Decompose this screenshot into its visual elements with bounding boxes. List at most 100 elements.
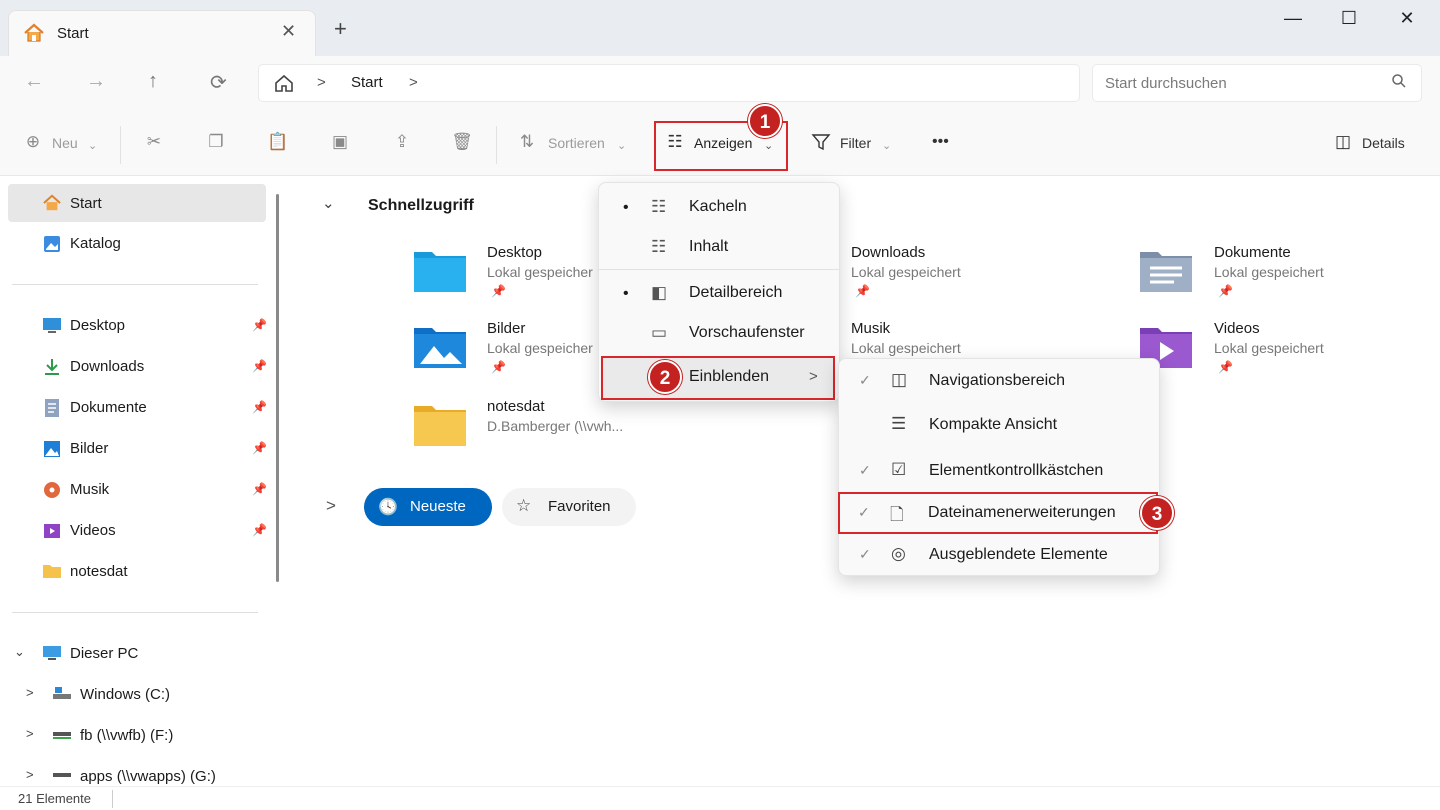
sidebar-item-label: Musik: [70, 481, 110, 498]
chevron-down-icon[interactable]: ⌄: [322, 194, 335, 212]
pin-icon[interactable]: 📌: [252, 482, 267, 496]
pin-icon[interactable]: 📌: [252, 523, 267, 537]
menu-item-label: Kompakte Ansicht: [929, 416, 1058, 433]
menu-item-inhalt[interactable]: ☷ Inhalt: [599, 227, 839, 267]
cut-icon[interactable]: ✂: [143, 132, 165, 154]
sidebar-scrollbar[interactable]: [276, 194, 279, 582]
chevron-right-icon[interactable]: >: [26, 767, 34, 782]
sort-button[interactable]: Sortieren: [548, 135, 605, 151]
sidebar-item-drive-g[interactable]: > apps (\\vwapps) (G:): [8, 757, 266, 786]
address-bar[interactable]: > Start >: [258, 64, 1080, 102]
rename-icon[interactable]: ▣: [329, 132, 351, 154]
clock-icon: 🕓: [378, 499, 398, 516]
view-button[interactable]: Anzeigen: [694, 135, 752, 151]
pin-icon[interactable]: 📌: [252, 441, 267, 455]
menu-item-vorschaufenster[interactable]: ▭ Vorschaufenster: [599, 313, 839, 353]
pin-icon: 📌: [855, 284, 870, 298]
up-button[interactable]: ↑: [148, 70, 158, 93]
sidebar-item-bilder[interactable]: Bilder 📌: [8, 429, 267, 467]
pin-icon[interactable]: 📌: [252, 400, 267, 414]
menu-item-label: Einblenden: [689, 368, 770, 385]
sidebar-item-drive-f[interactable]: > fb (\\vwfb) (F:): [8, 716, 266, 754]
chevron-down-icon[interactable]: ⌄: [14, 644, 25, 660]
close-window-button[interactable]: ✕: [1378, 8, 1436, 34]
status-bar: 21 Elemente: [0, 786, 1440, 810]
item-location: D.Bamberger (\\vwh...: [487, 418, 624, 434]
more-options-button[interactable]: •••: [932, 133, 949, 151]
download-icon: [42, 357, 62, 377]
chevron-right-icon[interactable]: >: [326, 496, 336, 516]
sidebar-item-label: apps (\\vwapps) (G:): [80, 768, 216, 785]
submenu-item-elementkontrollkaestchen[interactable]: ✓ ☑ Elementkontrollkästchen: [839, 451, 1159, 491]
chevron-right-icon[interactable]: >: [409, 74, 418, 91]
submenu-item-kompakte-ansicht[interactable]: ☰ Kompakte Ansicht: [839, 405, 1159, 445]
submenu-item-ausgeblendete-elemente[interactable]: ✓ ◎ Ausgeblendete Elemente: [839, 535, 1159, 575]
submenu-item-navigationsbereich[interactable]: ✓ ◫ Navigationsbereich: [839, 361, 1159, 401]
chevron-right-icon: >: [809, 368, 818, 385]
sidebar-item-desktop[interactable]: Desktop 📌: [8, 306, 267, 344]
home-icon: [42, 194, 62, 214]
sidebar-item-label: Katalog: [70, 235, 121, 252]
favorites-tab[interactable]: ☆ Favoriten: [502, 488, 636, 526]
home-icon[interactable]: [273, 73, 295, 98]
search-input[interactable]: Start durchsuchen: [1092, 64, 1422, 102]
toolbar-separator: [120, 126, 121, 164]
show-submenu: ✓ ◫ Navigationsbereich ☰ Kompakte Ansich…: [838, 358, 1160, 576]
sidebar-item-this-pc[interactable]: ⌄ Dieser PC: [8, 634, 266, 672]
details-pane-icon: ◫: [1334, 132, 1352, 151]
back-button[interactable]: ←: [24, 70, 44, 93]
menu-item-label: Navigationsbereich: [929, 372, 1066, 389]
sidebar-item-dokumente[interactable]: Dokumente 📌: [8, 388, 267, 426]
chevron-right-icon[interactable]: >: [26, 685, 34, 700]
home-icon: [23, 23, 45, 48]
recent-tab[interactable]: 🕓 Neueste: [364, 488, 492, 526]
desktop-folder-icon: [412, 246, 468, 296]
document-icon: [42, 398, 62, 418]
video-icon: [42, 521, 62, 541]
filter-button[interactable]: Filter: [840, 135, 871, 151]
preview-pane-icon: ▭: [651, 323, 668, 342]
chevron-down-icon: ⌄: [764, 140, 774, 152]
new-tab-button[interactable]: +: [334, 16, 347, 42]
recent-tab-label: Neueste: [410, 498, 466, 515]
chevron-right-icon[interactable]: >: [26, 726, 34, 741]
details-button[interactable]: Details: [1362, 135, 1405, 151]
copy-icon[interactable]: ❐: [205, 132, 227, 154]
pin-icon[interactable]: 📌: [252, 359, 267, 373]
sidebar-item-notesdat[interactable]: notesdat: [8, 552, 266, 590]
submenu-item-dateinamenerweiterungen[interactable]: ✓ 🗋 Dateinamenerweiterungen: [838, 492, 1158, 534]
sidebar-item-downloads[interactable]: Downloads 📌: [8, 347, 267, 385]
step-badge-3: 3: [1140, 496, 1174, 530]
forward-button[interactable]: →: [86, 70, 106, 93]
paste-icon[interactable]: 📋: [267, 132, 289, 154]
pin-icon[interactable]: 📌: [252, 318, 267, 332]
item-name: Dokumente: [1214, 244, 1291, 261]
menu-item-detailbereich[interactable]: • ◧ Detailbereich: [599, 273, 839, 313]
tab-close-icon[interactable]: ✕: [281, 21, 296, 42]
drive-icon: [52, 685, 72, 705]
breadcrumb-start[interactable]: Start: [351, 74, 383, 91]
chevron-down-icon: ⌄: [617, 140, 627, 152]
sidebar-item-videos[interactable]: Videos 📌: [8, 511, 267, 549]
item-name: Downloads: [851, 244, 926, 261]
menu-item-label: Inhalt: [689, 238, 729, 255]
delete-icon[interactable]: 🗑: [451, 132, 473, 154]
sidebar-item-drive-c[interactable]: > Windows (C:): [8, 675, 266, 713]
tab-start[interactable]: Start ✕: [8, 10, 316, 56]
sidebar-item-label: Start: [70, 195, 102, 212]
sidebar-item-musik[interactable]: Musik 📌: [8, 470, 267, 508]
minimize-button[interactable]: —: [1264, 8, 1322, 34]
tab-title: Start: [57, 25, 89, 42]
toolbar-separator: [496, 126, 497, 164]
sidebar-item-start[interactable]: Start: [8, 184, 266, 222]
item-count: 21 Elemente: [18, 791, 91, 806]
pin-icon: 📌: [1218, 360, 1233, 374]
refresh-button[interactable]: ⟳: [210, 70, 227, 95]
menu-item-einblenden[interactable]: Einblenden >: [601, 356, 835, 400]
maximize-button[interactable]: ☐: [1320, 8, 1378, 34]
new-button[interactable]: Neu: [52, 135, 78, 151]
menu-item-kacheln[interactable]: • ☷ Kacheln: [599, 187, 839, 227]
sidebar-item-label: notesdat: [70, 563, 128, 580]
share-icon[interactable]: ⇪: [391, 132, 413, 154]
sidebar-item-katalog[interactable]: Katalog: [8, 224, 266, 262]
